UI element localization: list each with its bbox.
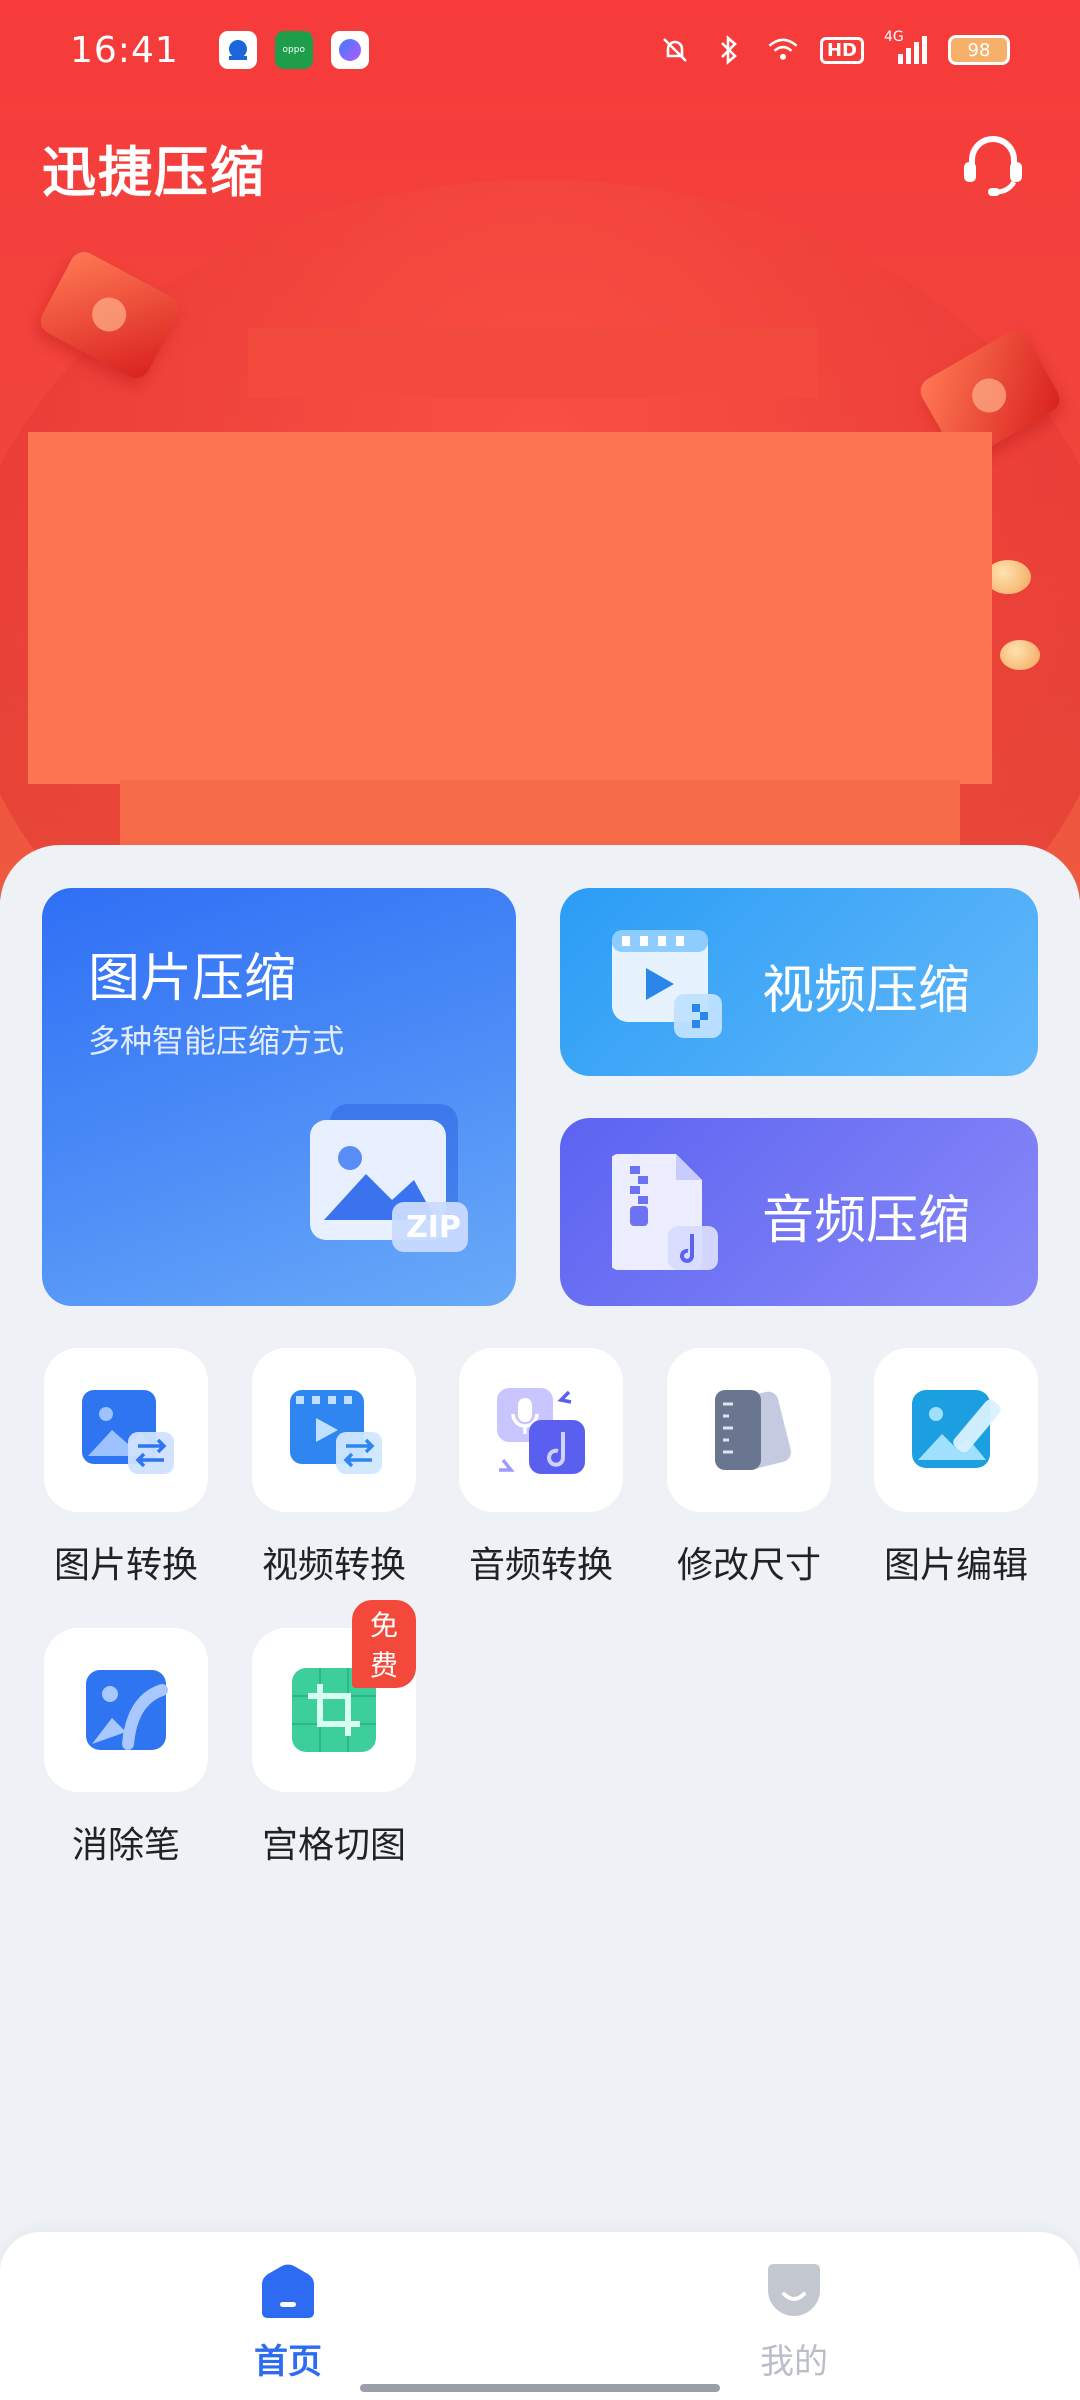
assistant-icon — [330, 31, 369, 69]
status-indicators: HD 4G 98 — [658, 29, 1010, 67]
nav-home[interactable]: 首页 — [228, 2262, 348, 2383]
profile-icon — [764, 2262, 824, 2322]
nav-home-label: 首页 — [254, 2342, 322, 2382]
status-bar: 16:41 oppo HD 4G 98 — [0, 0, 1080, 100]
video-convert-icon — [252, 1348, 416, 1512]
image-compress-title: 图片压缩 — [88, 949, 297, 1009]
notification-icons: oppo — [218, 31, 369, 69]
customer-service-icon[interactable] — [958, 128, 1028, 198]
audio-compress-card[interactable]: 音频压缩 — [560, 1118, 1038, 1306]
grid-crop-icon: 免费 — [252, 1600, 416, 1792]
tool-eraser-pen[interactable]: 消除笔 — [41, 1628, 211, 1868]
app-notification-icon — [218, 31, 257, 69]
coin-decoration — [1000, 640, 1040, 670]
tool-label: 图片编辑 — [883, 1545, 1028, 1586]
video-compress-card[interactable]: 视频压缩 — [560, 888, 1038, 1076]
zip-image-icon: ZIP — [310, 1104, 470, 1254]
status-time: 16:41 — [70, 29, 179, 71]
tool-video-convert[interactable]: 视频转换 — [249, 1348, 419, 1588]
audio-convert-icon — [459, 1348, 623, 1512]
nav-profile[interactable]: 我的 — [734, 2262, 854, 2383]
home-icon — [258, 2262, 318, 2322]
video-compress-title: 视频压缩 — [762, 961, 971, 1021]
oppo-icon: oppo — [274, 31, 313, 69]
battery-icon: 98 — [948, 35, 1010, 65]
tool-audio-convert[interactable]: 音频转换 — [456, 1348, 626, 1588]
tool-label: 消除笔 — [71, 1825, 180, 1866]
network-type: 4G — [884, 29, 904, 45]
mute-bell-icon — [658, 33, 692, 67]
tool-label: 宫格切图 — [261, 1825, 406, 1866]
eraser-pen-icon — [44, 1628, 208, 1792]
image-compress-card[interactable]: 图片压缩 多种智能压缩方式 ZIP — [42, 888, 516, 1306]
tool-label: 音频转换 — [468, 1545, 613, 1586]
image-compress-subtitle: 多种智能压缩方式 — [88, 1022, 345, 1060]
banner-redacted-strip — [248, 328, 818, 398]
audio-zip-icon — [610, 1154, 724, 1270]
tool-label: 视频转换 — [261, 1545, 406, 1586]
tool-grid-crop[interactable]: 免费 宫格切图 — [249, 1600, 419, 1868]
audio-compress-title: 音频压缩 — [762, 1191, 971, 1251]
app-title: 迅捷压缩 — [42, 141, 266, 204]
tool-image-edit[interactable]: 图片编辑 — [871, 1348, 1041, 1588]
tool-image-convert[interactable]: 图片转换 — [41, 1348, 211, 1588]
tool-resize[interactable]: 修改尺寸 — [664, 1348, 834, 1588]
nav-profile-label: 我的 — [760, 2342, 828, 2382]
tool-label: 图片转换 — [53, 1545, 198, 1586]
bottom-nav: 首页 我的 — [0, 2232, 1080, 2400]
wifi-icon — [766, 33, 800, 67]
banner-redacted-block — [28, 432, 992, 784]
bluetooth-icon — [712, 33, 746, 67]
zip-badge: ZIP — [406, 1210, 461, 1245]
image-edit-icon — [874, 1348, 1038, 1512]
home-indicator[interactable] — [360, 2384, 720, 2392]
video-file-icon — [612, 924, 724, 1040]
hd-icon: HD — [819, 36, 864, 64]
signal-icon: 4G — [884, 29, 928, 67]
free-badge: 免费 — [352, 1600, 416, 1688]
resize-icon — [667, 1348, 831, 1512]
battery-level: 98 — [967, 39, 991, 61]
image-convert-icon — [44, 1348, 208, 1512]
tool-label: 修改尺寸 — [676, 1545, 821, 1586]
